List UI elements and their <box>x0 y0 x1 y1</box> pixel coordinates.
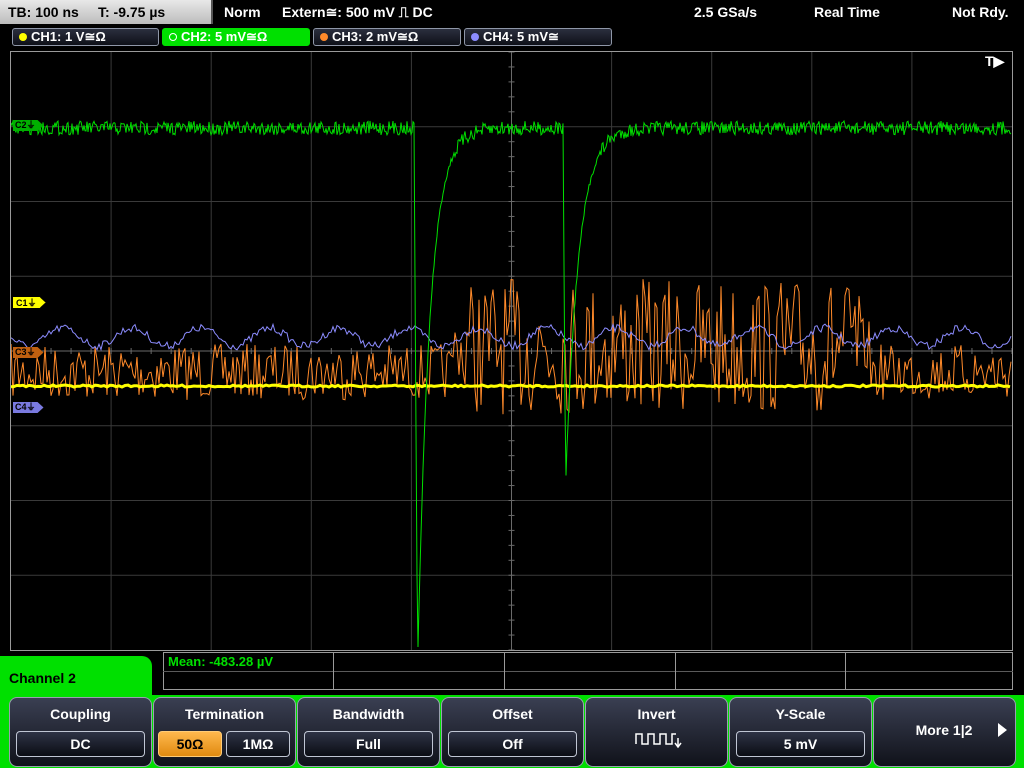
measurement-col-divider <box>675 652 676 690</box>
timebase-value: TB: 100 ns <box>8 4 79 20</box>
termination-title: Termination <box>184 706 265 722</box>
timebase-box[interactable]: TB: 100 ns T: -9.75 µs <box>0 0 213 24</box>
channel-tab-ch4[interactable]: CH4: 5 mV≅ <box>464 28 612 46</box>
bandwidth-softkey[interactable]: Bandwidth Full <box>297 697 440 767</box>
ch3-ground-marker[interactable]: C3⏚ <box>13 347 44 358</box>
coupling-title: Coupling <box>50 706 111 722</box>
ch1-marker-label: C1⏚ <box>16 298 37 308</box>
trigger-position-marker[interactable]: T▶ <box>985 53 1004 70</box>
ch4-ground-marker[interactable]: C4⏚ <box>13 402 44 413</box>
ch2-color-dot <box>169 33 177 41</box>
invert-title: Invert <box>637 706 676 722</box>
termination-softkey[interactable]: Termination 50Ω 1MΩ <box>153 697 296 767</box>
waveform-display[interactable] <box>10 51 1013 651</box>
termination-option-50ohm[interactable]: 50Ω <box>158 731 222 757</box>
ch1-color-dot <box>19 33 27 41</box>
y-scale-title: Y-Scale <box>775 706 826 722</box>
measurement-col-divider <box>333 652 334 690</box>
ready-state: Not Rdy. <box>952 4 1009 20</box>
trigger-source[interactable]: Extern≅: 500 mV ⎍ DC <box>282 0 433 24</box>
more-softkey[interactable]: More 1|2 <box>873 697 1016 767</box>
measurement-mean: Mean: -483.28 µV <box>168 654 274 669</box>
status-bar: TB: 100 ns T: -9.75 µs Norm Extern≅: 500… <box>0 0 1024 24</box>
ch2-marker-label: C2⏚ <box>15 120 36 130</box>
ch2-label: CH2: 5 mV≅Ω <box>181 29 268 44</box>
termination-option-1mohm[interactable]: 1MΩ <box>226 731 290 757</box>
channel-tab-ch3[interactable]: CH3: 2 mV≅Ω <box>313 28 461 46</box>
next-page-arrow-icon <box>998 723 1007 737</box>
ch3-label: CH3: 2 mV≅Ω <box>332 29 419 44</box>
measurement-col-divider <box>845 652 846 690</box>
ch3-marker-label: C3⏚ <box>15 347 36 357</box>
channel-tab-ch1[interactable]: CH1: 1 V≅Ω <box>12 28 159 46</box>
bandwidth-value[interactable]: Full <box>304 731 433 757</box>
ch1-ground-marker[interactable]: C1⏚ <box>13 297 46 308</box>
y-scale-softkey[interactable]: Y-Scale 5 mV <box>729 697 872 767</box>
more-label: More 1|2 <box>915 722 973 738</box>
ch1-label: CH1: 1 V≅Ω <box>31 29 106 44</box>
acquisition-mode: Real Time <box>814 4 880 20</box>
ch4-marker-label: C4⏚ <box>15 402 36 412</box>
channel-menu-title: Channel 2 <box>9 670 76 686</box>
ch4-color-dot <box>471 33 479 41</box>
bandwidth-title: Bandwidth <box>332 706 405 722</box>
ch2-ground-marker[interactable]: C2⏚ <box>13 120 44 131</box>
invert-square-wave-icon <box>635 733 682 749</box>
offset-softkey[interactable]: Offset Off <box>441 697 584 767</box>
y-scale-value[interactable]: 5 mV <box>736 731 865 757</box>
coupling-value[interactable]: DC <box>16 731 145 757</box>
ch3-color-dot <box>320 33 328 41</box>
coupling-softkey[interactable]: Coupling DC <box>9 697 152 767</box>
waveform-grid <box>11 52 1012 650</box>
measurement-row-divider <box>163 671 1013 672</box>
trigger-mode[interactable]: Norm <box>224 0 261 24</box>
ch4-label: CH4: 5 mV≅ <box>483 29 559 44</box>
ch1-waveform <box>11 383 1011 389</box>
invert-softkey[interactable]: Invert <box>585 697 728 767</box>
offset-value[interactable]: Off <box>448 731 577 757</box>
sample-rate: 2.5 GSa/s <box>694 4 758 20</box>
trigger-time-value: T: -9.75 µs <box>98 4 166 20</box>
channel-tab-ch2[interactable]: CH2: 5 mV≅Ω <box>162 28 310 46</box>
measurement-col-divider <box>504 652 505 690</box>
offset-title: Offset <box>492 706 533 722</box>
